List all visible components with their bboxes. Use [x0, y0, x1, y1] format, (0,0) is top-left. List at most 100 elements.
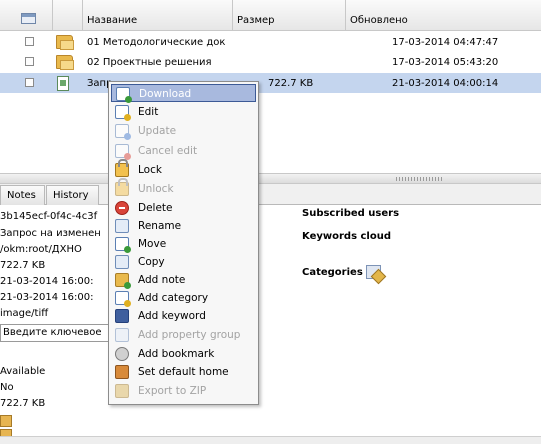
row-updated: 17-03-2014 05:43:20 [392, 57, 499, 68]
menu-item-move[interactable]: Move [111, 235, 256, 253]
menu-item-edit[interactable]: Edit [111, 103, 256, 121]
menu-item-label: Unlock [138, 183, 174, 195]
row-checkbox[interactable] [25, 78, 34, 87]
row-name: 01 Методологические док [87, 37, 226, 48]
menu-item-lock[interactable]: Lock [111, 159, 256, 179]
file-grid: Название Размер Обновлено 01 Методологич… [0, 0, 541, 173]
row-updated: 21-03-2014 04:00:14 [392, 78, 499, 89]
table-view-icon [21, 13, 36, 24]
column-updated-header[interactable]: Обновлено [346, 0, 541, 31]
menu-item-add-keyword[interactable]: Add keyword [111, 307, 256, 325]
download-icon [116, 87, 132, 103]
property-title: Запрос на изменен [0, 228, 101, 239]
tab-history[interactable]: History [46, 185, 99, 205]
property-subscribed: No [0, 382, 14, 393]
property-status: Available [0, 366, 46, 377]
menu-item-label: Update [138, 125, 177, 137]
property-created: 21-03-2014 16:00: [0, 276, 94, 287]
menu-item-label: Add bookmark [138, 348, 215, 360]
unlock-icon [115, 178, 129, 196]
column-type[interactable] [53, 0, 83, 31]
keyword-input[interactable]: Введите ключевое [0, 324, 110, 342]
column-name-header[interactable]: Название [83, 0, 233, 31]
lock-icon [115, 159, 129, 177]
menu-item-download[interactable]: Download [111, 84, 256, 103]
menu-item-label: Edit [138, 106, 159, 118]
menu-item-add-property-group[interactable]: Add property group [111, 326, 256, 344]
zip-icon [115, 384, 129, 398]
menu-item-cancel-edit[interactable]: Cancel edit [111, 142, 256, 160]
splitter-grip-icon[interactable] [396, 177, 444, 181]
add-property-group-icon [115, 328, 129, 342]
move-icon [115, 237, 131, 253]
menu-item-add-bookmark[interactable]: Add bookmark [111, 345, 256, 363]
context-menu: Download Edit Update Cancel edit Lock Un… [108, 81, 259, 405]
menu-item-label: Add property group [138, 329, 241, 341]
add-note-icon [115, 273, 131, 289]
add-bookmark-icon [115, 347, 129, 361]
tab-history-label: History [53, 190, 89, 201]
property-size-2: 722.7 KB [0, 398, 46, 409]
property-modified: 21-03-2014 16:00: [0, 292, 94, 303]
menu-item-copy[interactable]: Copy [111, 253, 256, 271]
add-category-icon [115, 291, 131, 307]
row-checkbox[interactable] [25, 57, 34, 66]
menu-item-label: Export to ZIP [138, 385, 207, 397]
status-bar [0, 436, 541, 444]
tab-bar: Notes History [0, 184, 541, 205]
menu-item-label: Move [138, 238, 167, 250]
row-checkbox[interactable] [25, 37, 34, 46]
column-updated-label: Обновлено [350, 15, 408, 26]
folder-icon [56, 35, 74, 50]
column-name-label: Название [87, 15, 138, 26]
folder-icon [56, 55, 74, 70]
update-icon [115, 124, 131, 140]
row-name: 02 Проектные решения [87, 57, 212, 68]
menu-item-label: Add category [138, 292, 209, 304]
row-size: 722.7 KB [268, 78, 314, 89]
grid-header: Название Размер Обновлено [0, 0, 541, 31]
column-select-all[interactable] [0, 0, 53, 31]
menu-item-label: Copy [138, 256, 165, 268]
menu-item-label: Add note [138, 274, 186, 286]
add-category-icon[interactable] [366, 265, 381, 279]
property-mime: image/tiff [0, 308, 49, 319]
menu-item-label: Add keyword [138, 310, 206, 322]
menu-item-label: Rename [138, 220, 182, 232]
menu-item-label: Delete [138, 202, 173, 214]
menu-item-label: Cancel edit [138, 145, 198, 157]
table-row[interactable]: 02 Проектные решения 17-03-2014 05:43:20 [0, 52, 541, 72]
subscribed-users-heading: Subscribed users [302, 208, 400, 219]
menu-item-unlock[interactable]: Unlock [111, 178, 256, 198]
menu-item-rename[interactable]: Rename [111, 217, 256, 235]
copy-icon [115, 255, 129, 269]
menu-item-add-category[interactable]: Add category [111, 289, 256, 307]
categories-heading: Categories [302, 267, 363, 278]
tab-notes-label: Notes [7, 190, 36, 201]
menu-item-label: Lock [138, 164, 162, 176]
menu-item-export-zip[interactable]: Export to ZIP [111, 382, 256, 400]
menu-item-delete[interactable]: Delete [111, 199, 256, 217]
menu-item-label: Set default home [138, 366, 229, 378]
home-icon [115, 365, 129, 379]
property-path: /okm:root/ДХНО [0, 244, 82, 255]
menu-item-add-note[interactable]: Add note [111, 271, 256, 289]
tab-notes[interactable]: Notes [0, 185, 45, 205]
cancel-edit-icon [115, 144, 131, 160]
keywords-cloud-heading: Keywords cloud [302, 231, 392, 242]
row-updated: 17-03-2014 04:47:47 [392, 37, 499, 48]
document-icon [57, 76, 69, 91]
table-row[interactable]: 01 Методологические док 17-03-2014 04:47… [0, 32, 541, 52]
column-size-label: Размер [237, 15, 275, 26]
property-size: 722.7 KB [0, 260, 46, 271]
menu-item-label: Download [139, 88, 192, 100]
menu-item-set-default-home[interactable]: Set default home [111, 363, 256, 381]
edit-icon [115, 105, 131, 121]
column-size-header[interactable]: Размер [233, 0, 346, 31]
panel-splitter[interactable] [0, 173, 541, 184]
add-keyword-icon [115, 309, 129, 323]
lock-status-icon [0, 415, 12, 427]
menu-item-update[interactable]: Update [111, 122, 256, 140]
property-uuid: 3b145ecf-0f4c-4c3f [0, 211, 98, 222]
table-row-selected[interactable]: Запр 722.7 KB 21-03-2014 04:00:14 [0, 73, 541, 93]
